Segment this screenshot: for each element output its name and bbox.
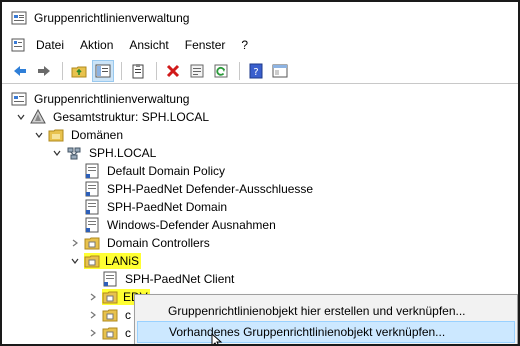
gpmc-icon — [11, 92, 27, 106]
menu-item-create-and-link-gpo[interactable]: Gruppenrichtlinienobjekt hier erstellen … — [137, 300, 515, 322]
menu-datei[interactable]: Datei — [33, 36, 67, 54]
up-button[interactable] — [68, 60, 90, 82]
gpo-link-icon — [85, 217, 99, 233]
clipboard-icon — [132, 63, 144, 78]
window-title: Gruppenrichtlinienverwaltung — [34, 11, 190, 25]
show-hide-tree-icon — [95, 64, 111, 77]
ou-folder-icon — [84, 253, 100, 269]
properties-icon — [190, 64, 204, 77]
refresh-button[interactable] — [210, 60, 232, 82]
menu-fenster[interactable]: Fenster — [182, 36, 229, 54]
context-menu: Gruppenrichtlinienobjekt hier erstellen … — [134, 294, 518, 344]
tree-node-gpo-link[interactable]: Windows-Defender Ausnahmen — [84, 216, 278, 234]
tree-node-label: Default Domain Policy — [107, 164, 226, 178]
properties-button[interactable] — [186, 60, 208, 82]
chevron-down-icon[interactable] — [70, 256, 80, 266]
chevron-right-icon[interactable] — [88, 310, 98, 320]
system-menu-icon[interactable] — [11, 38, 25, 52]
ou-folder-icon — [84, 237, 100, 250]
toolbar-separator — [156, 61, 157, 80]
help-button[interactable]: ? — [245, 60, 267, 82]
menu-help[interactable]: ? — [238, 36, 251, 54]
tree-node-label: Domain Controllers — [107, 236, 210, 250]
gpo-link-icon — [85, 181, 99, 197]
mouse-pointer-icon — [211, 333, 223, 344]
ou-folder-icon — [102, 309, 118, 322]
console-icon — [272, 64, 288, 77]
help-icon: ? — [249, 63, 263, 78]
menu-ansicht[interactable]: Ansicht — [126, 36, 171, 54]
tree-node-ou[interactable]: c — [88, 306, 133, 324]
forward-button[interactable] — [33, 60, 55, 82]
forward-icon — [38, 65, 50, 76]
tree-node-gpo-link[interactable]: SPH-PaedNet Client — [102, 270, 236, 288]
tree-node-root[interactable]: Gruppenrichtlinienverwaltung — [11, 90, 191, 108]
ou-folder-icon — [102, 289, 118, 305]
chevron-right-icon[interactable] — [70, 238, 80, 248]
gpo-link-icon — [103, 271, 117, 287]
gpmc-app-icon — [11, 11, 27, 25]
tree-node-forest[interactable]: Gesamtstruktur: SPH.LOCAL — [16, 108, 211, 126]
back-icon — [14, 65, 26, 76]
domain-icon — [67, 147, 81, 160]
chevron-down-icon[interactable] — [52, 148, 62, 158]
tree-node-label: SPH-PaedNet Client — [125, 272, 235, 286]
tree-node-ou[interactable]: c — [88, 324, 133, 342]
tree-node-label: c — [125, 308, 131, 322]
title-bar: Gruppenrichtlinienverwaltung — [2, 2, 518, 34]
chevron-right-icon[interactable] — [88, 292, 98, 302]
gpmc-window: Gruppenrichtlinienverwaltung Datei Aktio… — [0, 0, 520, 346]
back-button[interactable] — [9, 60, 31, 82]
chevron-down-icon[interactable] — [16, 112, 26, 122]
toolbar-separator — [239, 61, 240, 80]
console-button[interactable] — [269, 60, 291, 82]
show-hide-tree-button[interactable] — [92, 59, 114, 82]
toolbar-separator — [62, 61, 63, 80]
chevron-down-icon[interactable] — [34, 130, 44, 140]
refresh-icon — [214, 64, 228, 77]
gpo-link-icon — [85, 199, 99, 215]
delete-button[interactable] — [162, 60, 184, 82]
ou-folder-icon — [102, 327, 118, 340]
tree-node-label: SPH.LOCAL — [89, 146, 157, 160]
tree-node-label: Gruppenrichtlinienverwaltung — [34, 92, 190, 106]
gpo-link-icon — [85, 163, 99, 179]
up-folder-icon — [71, 66, 87, 77]
clipboard-button[interactable] — [127, 60, 149, 82]
tree-node-domains[interactable]: Domänen — [34, 126, 125, 144]
tree-node-domain[interactable]: SPH.LOCAL — [52, 144, 158, 162]
tree-node-label: LANiS — [100, 253, 142, 269]
svg-text:?: ? — [253, 67, 258, 78]
tree-node-label: c — [125, 326, 131, 340]
forest-icon — [30, 109, 46, 124]
delete-icon — [166, 64, 180, 77]
tree-node-gpo-link[interactable]: SPH-PaedNet Domain — [84, 198, 229, 216]
chevron-right-icon[interactable] — [88, 328, 98, 338]
toolbar-separator — [121, 61, 122, 80]
tree-node-domain-controllers[interactable]: Domain Controllers — [70, 234, 212, 252]
tree-node-label: SPH-PaedNet Defender-Ausschluesse — [107, 182, 314, 196]
tree-node-lanis[interactable]: LANiS — [70, 252, 142, 270]
tree-node-label: Gesamtstruktur: SPH.LOCAL — [53, 110, 210, 124]
tree-node-label: SPH-PaedNet Domain — [107, 200, 228, 214]
tree-node-gpo-link[interactable]: SPH-PaedNet Defender-Ausschluesse — [84, 180, 315, 198]
tree-node-label: Domänen — [71, 128, 124, 142]
toolbar: ? — [2, 58, 518, 84]
tree-node-gpo-link[interactable]: Default Domain Policy — [84, 162, 227, 180]
tree-node-label: Windows-Defender Ausnahmen — [107, 218, 276, 232]
menu-bar: Datei Aktion Ansicht Fenster ? — [2, 34, 518, 56]
domains-folder-icon — [48, 129, 64, 142]
menu-aktion[interactable]: Aktion — [77, 36, 116, 54]
menu-item-link-existing-gpo[interactable]: Vorhandenes Gruppenrichtlinienobjekt ver… — [137, 321, 515, 343]
